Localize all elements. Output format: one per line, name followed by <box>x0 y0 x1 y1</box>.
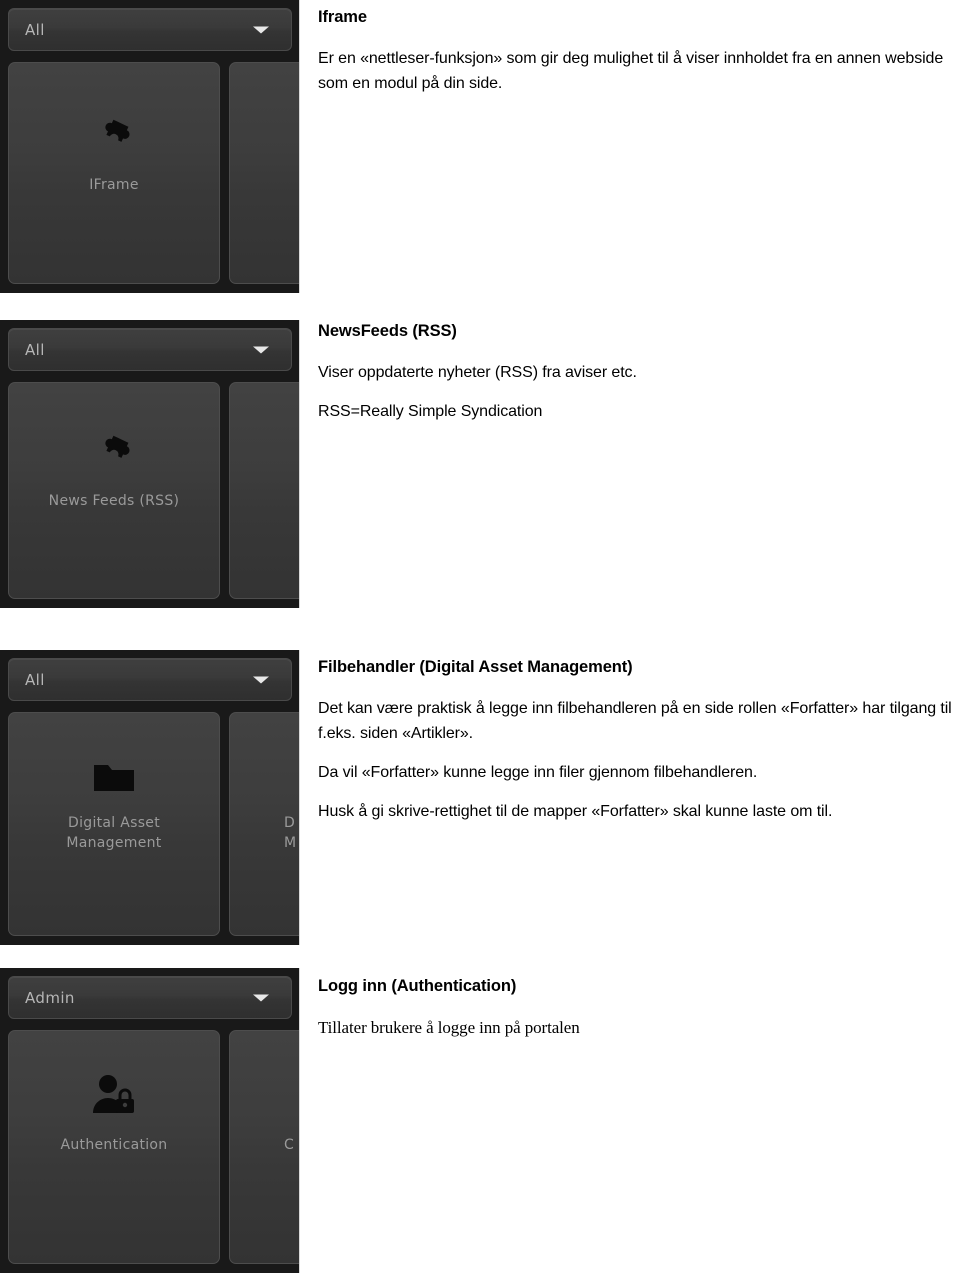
module-tile-label: C <box>284 1137 295 1153</box>
module-tile-label: Authentication <box>60 1137 168 1153</box>
screenshot-panel-newsfeeds: All News Feeds (RSS) <box>0 320 300 608</box>
module-tile[interactable]: C <box>229 1030 299 1264</box>
module-filter-dropdown[interactable]: Admin <box>8 976 292 1019</box>
module-tile-strip: Digital Asset Management D M <box>8 712 299 936</box>
module-tile-strip: News Feeds (RSS) <box>8 382 299 599</box>
user-lock-icon <box>9 1073 219 1117</box>
section-copy-iframe: Iframe Er en «nettleser-funksjon» som gi… <box>318 6 948 96</box>
section-copy-authentication: Logg inn (Authentication) Tillater bruke… <box>318 975 948 1040</box>
module-filter-dropdown[interactable]: All <box>8 8 292 51</box>
module-filter-dropdown[interactable]: All <box>8 658 292 701</box>
section-paragraph: Viser oppdaterte nyheter (RSS) fra avise… <box>318 364 637 381</box>
section-paragraph: Det kan være praktisk å legge inn filbeh… <box>318 700 952 742</box>
screenshot-panel-digital-asset-management: All Digital Asset Management D M <box>0 650 300 945</box>
module-tile-strip: Authentication C <box>8 1030 299 1264</box>
module-tile-strip: IFrame <box>8 62 299 284</box>
module-filter-value: All <box>25 670 45 689</box>
chevron-down-icon <box>253 346 269 353</box>
chevron-down-icon <box>253 994 269 1001</box>
section-heading: NewsFeeds (RSS) <box>318 322 457 340</box>
module-filter-dropdown[interactable]: All <box>8 328 292 371</box>
module-filter-value: All <box>25 20 45 39</box>
module-tile[interactable]: D M <box>229 712 299 936</box>
panel-inner: All Digital Asset Management D M <box>0 650 299 945</box>
section-heading: Logg inn (Authentication) <box>318 977 517 995</box>
module-tile[interactable] <box>229 382 299 599</box>
puzzle-piece-icon <box>9 111 219 157</box>
module-filter-value: All <box>25 340 45 359</box>
chevron-down-icon <box>253 676 269 683</box>
section-copy-digital-asset-management: Filbehandler (Digital Asset Management) … <box>318 656 958 824</box>
section-copy-newsfeeds: NewsFeeds (RSS) Viser oppdaterte nyheter… <box>318 320 948 424</box>
module-tile-label: IFrame <box>89 177 139 193</box>
section-heading: Iframe <box>318 8 367 26</box>
section-paragraph: RSS=Really Simple Syndication <box>318 403 543 420</box>
section-paragraph: Tillater brukere å logge inn på portalen <box>318 1018 580 1037</box>
section-heading: Filbehandler (Digital Asset Management) <box>318 658 633 676</box>
screenshot-panel-iframe: All IFrame <box>0 0 300 293</box>
module-tile[interactable]: Authentication <box>8 1030 220 1264</box>
screenshot-panel-authentication: Admin Authentication C <box>0 968 300 1273</box>
module-tile[interactable]: News Feeds (RSS) <box>8 382 220 599</box>
module-tile-label: Digital Asset Management <box>66 815 162 851</box>
module-tile-label: D M <box>284 815 297 851</box>
panel-inner: All IFrame <box>0 0 299 293</box>
puzzle-piece-icon <box>9 427 219 473</box>
module-filter-value: Admin <box>25 988 75 1007</box>
module-tile[interactable]: IFrame <box>8 62 220 284</box>
chevron-down-icon <box>253 26 269 33</box>
folder-icon <box>9 761 219 793</box>
section-paragraph: Da vil «Forfatter» kunne legge inn filer… <box>318 764 758 781</box>
section-paragraph: Husk å gi skrive-rettighet til de mapper… <box>318 803 833 820</box>
module-tile-label: News Feeds (RSS) <box>48 493 180 509</box>
section-paragraph: Er en «nettleser-funksjon» som gir deg m… <box>318 50 944 92</box>
module-tile[interactable] <box>229 62 299 284</box>
module-tile[interactable]: Digital Asset Management <box>8 712 220 936</box>
panel-inner: All News Feeds (RSS) <box>0 320 299 608</box>
panel-inner: Admin Authentication C <box>0 968 299 1273</box>
